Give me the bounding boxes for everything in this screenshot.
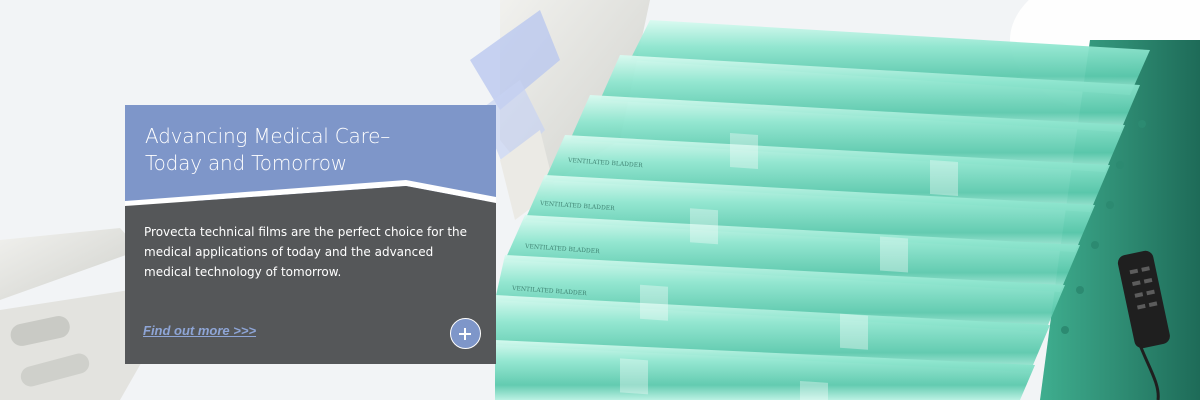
card-description: Provecta technical films are the perfect… [144,225,468,279]
plus-icon[interactable] [450,318,481,349]
info-card: Advancing Medical Care– Today and Tomorr… [125,105,496,364]
hero-banner: VENTILATED BLADDER VENTILATED BLADDER VE… [0,0,1200,400]
find-out-more-link[interactable]: Find out more >>> [143,323,256,338]
card-title: Advancing Medical Care– Today and Tomorr… [145,124,391,175]
